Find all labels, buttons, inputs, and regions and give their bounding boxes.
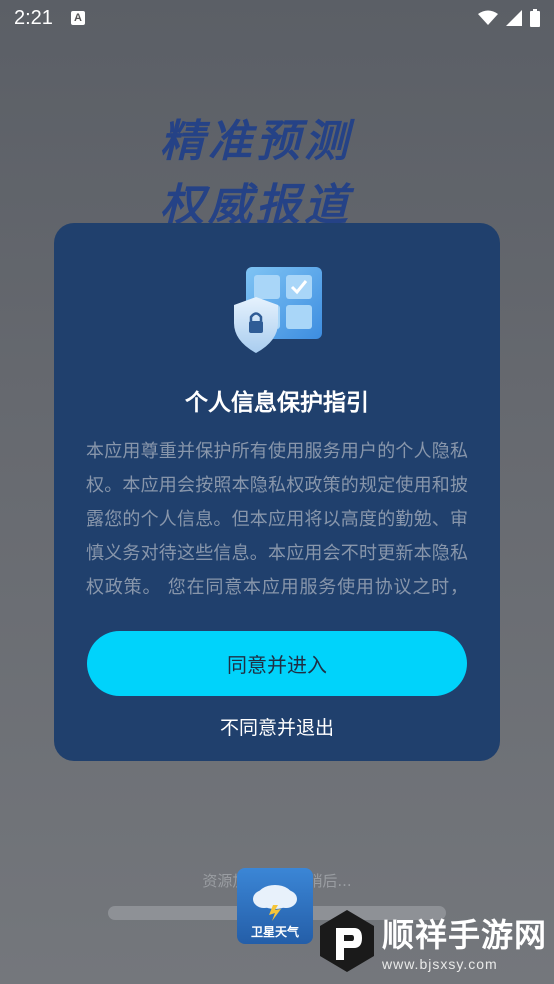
cloud-lightning-icon <box>253 885 297 921</box>
dialog-title: 个人信息保护指引 <box>185 390 369 416</box>
status-time: 2:21 <box>14 6 53 29</box>
privacy-policy-text[interactable]: 本应用尊重并保护所有使用服务用户的个人隐私权。本应用会按照本隐私权政策的规定使用… <box>86 435 468 607</box>
app-logo: 卫星天气 <box>237 868 313 944</box>
watermark-logo-icon <box>320 910 374 972</box>
privacy-dialog: 个人信息保护指引 本应用尊重并保护所有使用服务用户的个人隐私权。本应用会按照本隐… <box>54 223 500 761</box>
status-bar: 2:21 A <box>0 0 554 36</box>
wifi-icon <box>478 10 498 25</box>
status-icons <box>478 9 540 27</box>
agree-and-enter-button[interactable]: 同意并进入 <box>87 631 467 696</box>
watermark: 顺祥手游网 www.bjsxsy.com <box>318 908 547 974</box>
privacy-shield-icon <box>234 267 322 353</box>
battery-icon <box>530 9 540 27</box>
slogan-line-1: 精准预测 <box>160 116 352 167</box>
watermark-url: www.bjsxsy.com <box>382 956 498 972</box>
disagree-and-exit-button[interactable]: 不同意并退出 <box>54 713 500 740</box>
a-notification-icon: A <box>70 11 85 25</box>
watermark-title: 顺祥手游网 <box>382 916 548 954</box>
signal-icon <box>506 10 522 26</box>
splash-slogan: 精准预测 权威报道 <box>160 110 420 238</box>
app-logo-label: 卫星天气 <box>250 925 299 939</box>
